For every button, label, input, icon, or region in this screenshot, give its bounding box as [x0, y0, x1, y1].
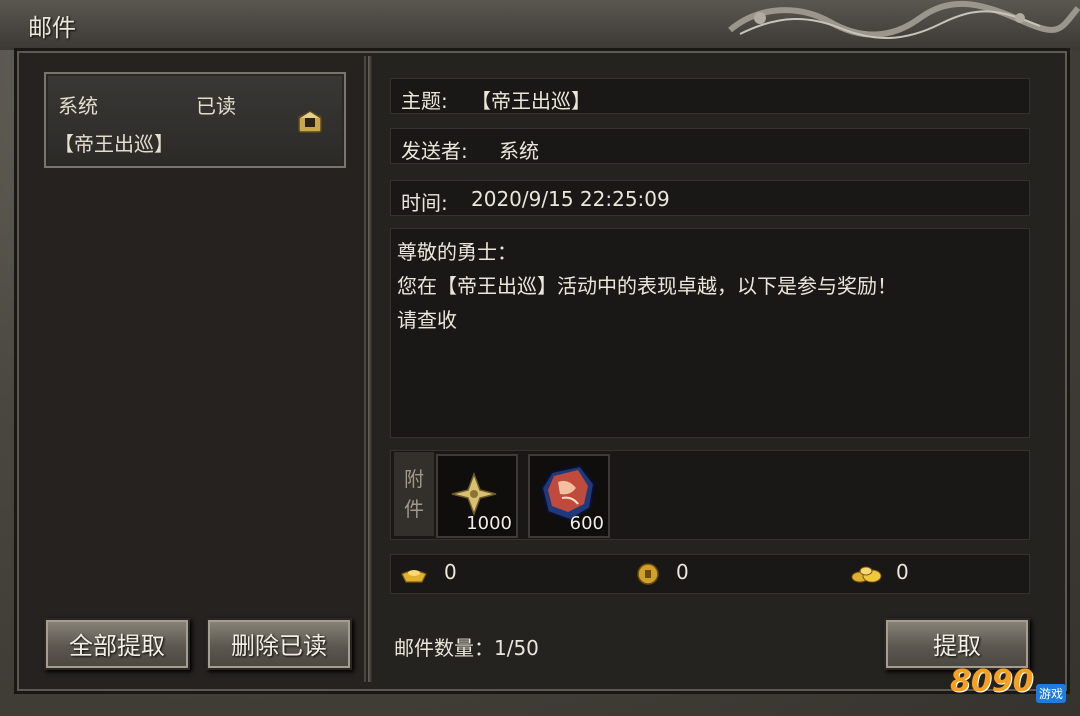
- title-bar: 邮件: [0, 0, 1080, 50]
- collect-button[interactable]: 提取: [884, 618, 1030, 670]
- attachment-quantity: 600: [569, 513, 604, 534]
- body-line: 尊敬的勇士：: [397, 240, 517, 264]
- time-value: 2020/9/15 22:25:09: [471, 187, 670, 211]
- gold-coin-amount: 0: [676, 560, 689, 584]
- mail-item-sender: 系统: [58, 94, 98, 118]
- panel-divider: [368, 56, 372, 682]
- currency-row: [390, 554, 1030, 594]
- time-row: 时间: 2020/9/15 22:25:09: [390, 180, 1030, 216]
- gold-ingot-amount: 0: [444, 560, 457, 584]
- time-label: 时间:: [401, 191, 448, 215]
- attachment-slot[interactable]: 600: [528, 454, 610, 538]
- body-line: 您在【帝王出巡】活动中的表现卓越，以下是参与奖励！: [397, 274, 897, 298]
- mail-item-status: 已读: [196, 94, 236, 118]
- subject-row: 主题: 【帝王出巡】: [390, 78, 1030, 114]
- body-line: 请查收: [397, 308, 457, 332]
- opened-mail-icon: [298, 110, 322, 133]
- collect-all-button[interactable]: 全部提取: [44, 618, 190, 670]
- attachment-slot[interactable]: 1000: [436, 454, 518, 538]
- mail-body: 尊敬的勇士： 您在【帝王出巡】活动中的表现卓越，以下是参与奖励！ 请查收: [390, 228, 1030, 438]
- sender-row: 发送者: 系统: [390, 128, 1030, 164]
- subject-value: 【帝王出巡】: [471, 89, 591, 113]
- attachment-quantity: 1000: [466, 513, 512, 534]
- subject-label: 主题:: [401, 89, 448, 113]
- delete-read-button[interactable]: 删除已读: [206, 618, 352, 670]
- watermark-logo: 8090: [950, 664, 1034, 699]
- window-title: 邮件: [28, 14, 76, 42]
- dragon-ornament-icon: [728, 0, 1080, 39]
- gold-coin-icon: [637, 563, 659, 585]
- attachments-label: 附 件: [394, 452, 434, 536]
- sender-label: 发送者:: [401, 139, 468, 163]
- mail-list-item[interactable]: 系统 已读 【帝王出巡】: [44, 72, 346, 168]
- mail-count: 邮件数量：1/50: [394, 636, 539, 660]
- gold-nugget-pile-icon: [851, 566, 882, 583]
- gold-ingot-icon: [401, 570, 427, 583]
- sender-value: 系统: [499, 139, 539, 163]
- attachments-label-line: 件: [404, 497, 424, 521]
- watermark-sub: 游戏: [1036, 684, 1067, 703]
- mail-item-subject: 【帝王出巡】: [54, 132, 174, 156]
- attachments-label-line: 附: [404, 467, 424, 491]
- mail-body-text: 尊敬的勇士： 您在【帝王出巡】活动中的表现卓越，以下是参与奖励！ 请查收: [397, 235, 897, 337]
- gold-nugget-amount: 0: [896, 560, 909, 584]
- mail-window: 邮件 系统 已读 【帝王出巡】 全部提取 删除已读 主题: 【帝王出巡】 发送者…: [0, 0, 1080, 716]
